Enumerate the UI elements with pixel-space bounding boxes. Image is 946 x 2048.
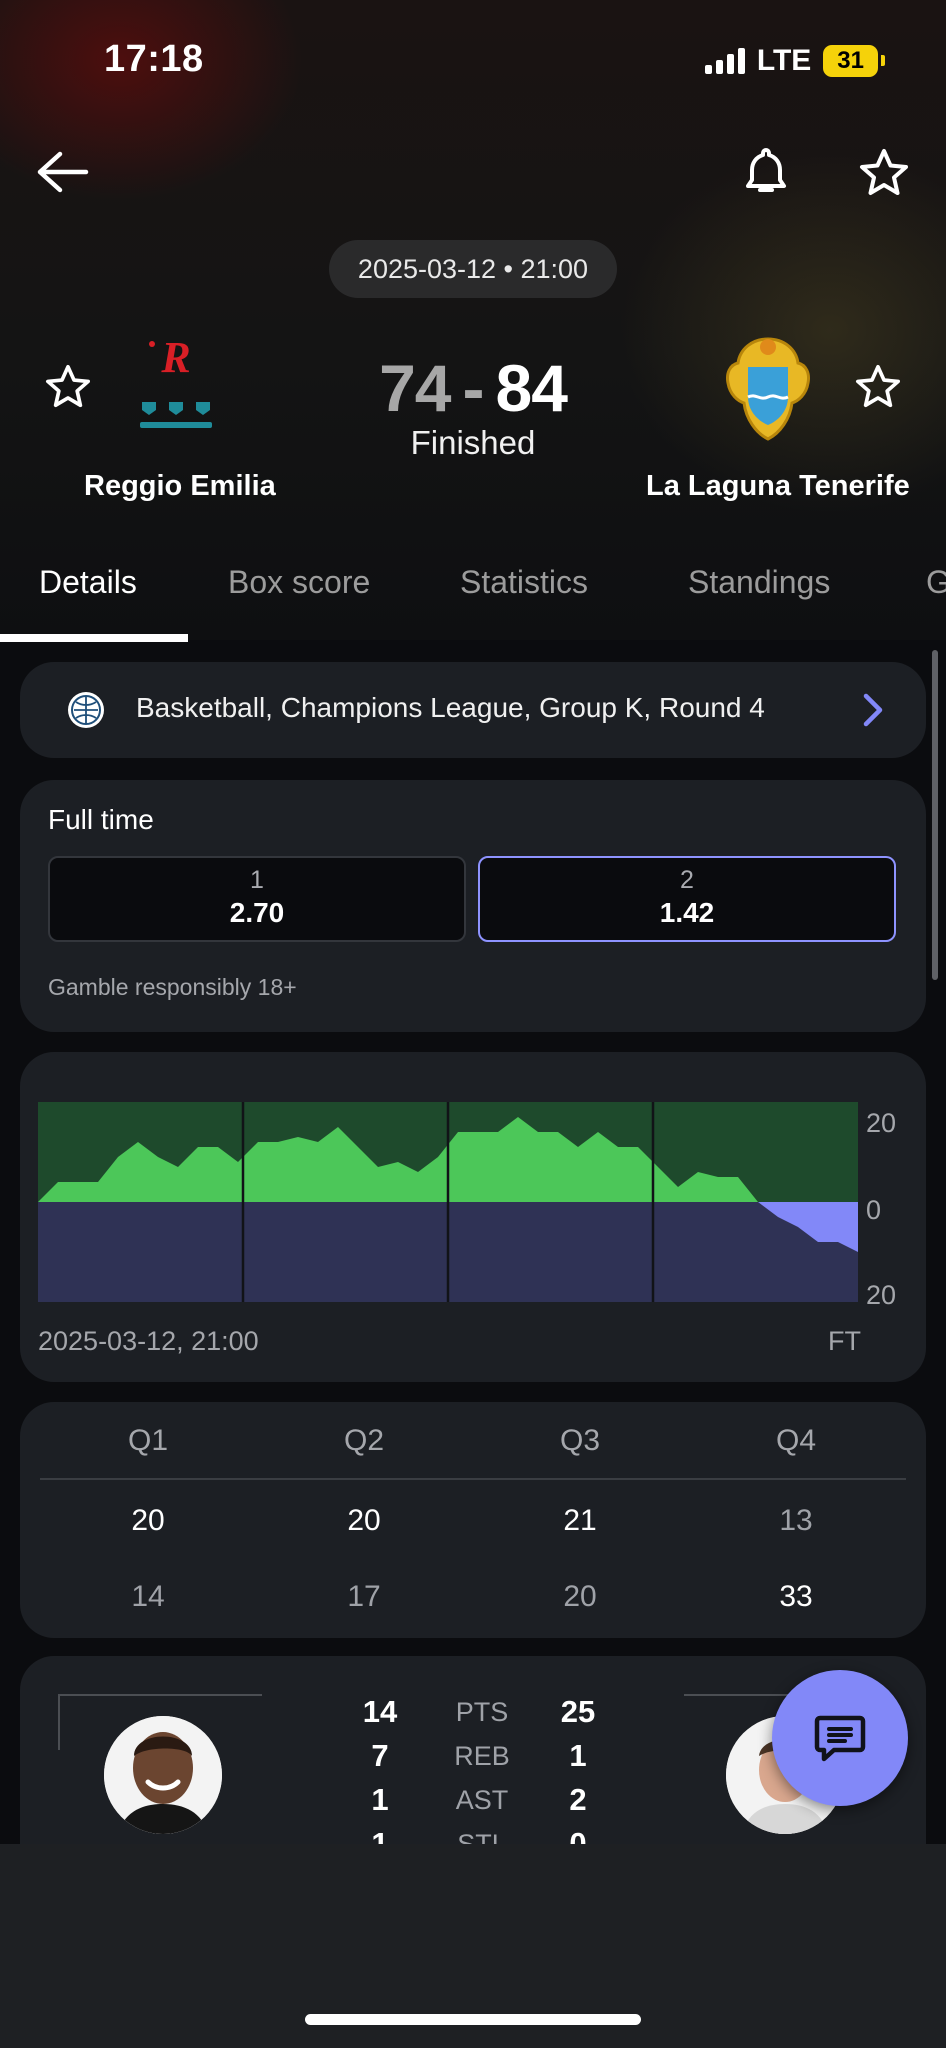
momentum-chart [38,1102,858,1302]
svg-text:R: R [160,333,190,382]
odds-title: Full time [48,804,154,835]
axis-top-label: 20 [866,1108,897,1138]
odds-card: Full time 1 2.70 2 1.42 Gamble responsib… [20,780,926,1032]
away-stat-value: 1 [569,1738,587,1773]
momentum-end-label: FT [828,1326,861,1356]
quarter-header: Q3 [559,1424,601,1457]
quarter-header: Q2 [343,1424,385,1457]
quarter-scores-card: Q1 Q2 Q3 Q4 20 20 21 13 14 17 20 33 [20,1402,926,1638]
home-q4: 13 [779,1504,813,1537]
home-q1: 20 [131,1504,165,1537]
home-q3: 21 [563,1504,597,1537]
gamble-disclaimer: Gamble responsibly 18+ [48,974,297,1000]
tab-statistics[interactable]: Statistics [460,564,588,601]
home-stat-value: 1 [371,1826,389,1844]
score-separator: - [462,351,485,425]
quarter-header: Q4 [775,1424,817,1457]
odds-home-button[interactable]: 1 2.70 [48,856,466,942]
home-team-logo[interactable]: R [136,330,216,440]
away-q4: 33 [779,1580,813,1613]
tab-details[interactable]: Details [39,564,137,601]
away-stat-value: 2 [569,1782,587,1817]
odds-away-value: 1.42 [659,897,715,928]
away-quarter-scores: 14 17 20 33 [40,1580,906,1614]
home-stat-value: 1 [371,1782,389,1817]
active-tab-indicator [0,634,188,642]
star-icon [46,364,90,408]
stat-label: AST [455,1785,509,1815]
signal-icon [704,48,745,74]
match-date-pill: 2025-03-12 • 21:00 [329,240,617,298]
details-content[interactable]: Basketball, Champions League, Group K, R… [0,642,946,1844]
away-stat-value: 25 [560,1694,596,1729]
favorite-match-button[interactable] [852,140,916,204]
star-icon [860,149,908,195]
momentum-chart-card: 20 0 20 2025-03-12, 21:00 FT [20,1052,926,1382]
axis-mid-label: 0 [866,1195,882,1225]
back-button[interactable] [30,140,94,204]
basketball-league-icon [68,692,104,728]
home-stat-value: 14 [362,1694,398,1729]
network-type: LTE [756,44,812,77]
quarter-headers: Q1 Q2 Q3 Q4 [40,1424,906,1458]
stat-row-ast: 1 AST 2 [360,1782,620,1826]
tab-box-score[interactable]: Box score [228,564,370,601]
chevron-right-icon [863,693,883,727]
back-arrow-icon [37,151,89,193]
home-quarter-scores: 20 20 21 13 [40,1504,906,1538]
stat-row-stl: 1 STL 0 [360,1826,620,1844]
stat-label: STL [457,1829,507,1844]
star-icon [856,364,901,408]
away-score: 84 [495,351,567,425]
stat-row-reb: 7 REB 1 [360,1738,620,1782]
home-q2: 20 [347,1504,381,1537]
quarter-header: Q1 [127,1424,169,1457]
away-stat-value: 0 [569,1826,587,1844]
stat-label: REB [454,1741,510,1771]
favorite-away-team-button[interactable] [850,358,906,414]
away-team-logo[interactable] [722,333,814,445]
home-indicator[interactable] [305,2014,641,2025]
home-player-avatar[interactable] [104,1716,222,1834]
status-indicators: LTE 31 [704,44,885,78]
stat-row-pts: 14 PTS 25 [360,1694,620,1738]
away-q3: 20 [563,1580,597,1613]
divider [40,1478,906,1480]
scrollbar[interactable] [932,650,938,980]
odds-home-label: 1 [250,866,264,894]
bell-icon [746,148,786,192]
player-photo [104,1716,222,1834]
odds-away-button[interactable]: 2 1.42 [478,856,896,942]
home-score: 74 [379,351,451,425]
chat-button[interactable] [772,1670,908,1806]
league-label: Basketball, Champions League, Group K, R… [136,692,765,723]
final-score: 74-84 [300,350,646,426]
match-tabs: Details Box score Statistics Standings G [0,540,946,642]
battery-icon: 31 [823,45,885,77]
odds-away-label: 2 [680,866,694,894]
away-team-name[interactable]: La Laguna Tenerife [646,470,910,503]
axis-bottom-label: 20 [866,1280,897,1310]
tab-standings[interactable]: Standings [688,564,830,601]
home-team-name[interactable]: Reggio Emilia [84,470,276,503]
chat-icon [814,1715,866,1762]
tab-more[interactable]: G [926,564,946,601]
favorite-home-team-button[interactable] [40,358,96,414]
status-time: 17:18 [104,38,204,80]
stat-label: PTS [455,1697,509,1727]
match-status: Finished [410,424,536,461]
notifications-button[interactable] [736,140,796,204]
league-link[interactable]: Basketball, Champions League, Group K, R… [20,662,926,758]
away-q1: 14 [131,1580,165,1613]
away-q2: 17 [347,1580,381,1613]
home-stat-value: 7 [371,1738,389,1773]
momentum-start-label: 2025-03-12, 21:00 [38,1326,259,1356]
odds-home-value: 2.70 [229,897,285,928]
